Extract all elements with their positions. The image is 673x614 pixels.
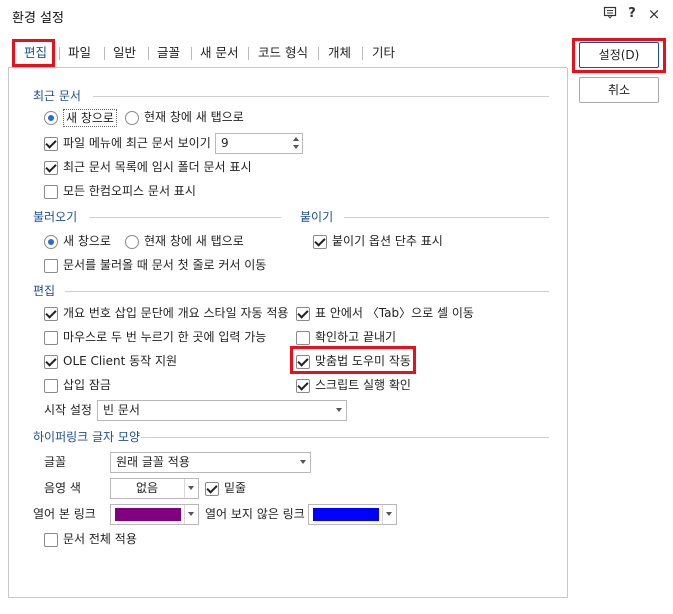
show-recent-checkbox[interactable] [44, 137, 58, 151]
tab-etc[interactable]: 기타 [372, 44, 395, 62]
tab-divider [104, 47, 105, 60]
tab-code-format[interactable]: 코드 형식 [258, 44, 308, 62]
insert-lock-label: 삽입 잠금 [63, 378, 111, 392]
recent-radio-new-window[interactable] [44, 111, 58, 125]
recent-radio-new-window-label: 새 창으로 [63, 109, 117, 127]
close-icon[interactable]: × [646, 6, 662, 22]
font-label: 글꼴 [44, 455, 67, 469]
script-run-label: 스크립트 실행 확인 [315, 378, 411, 392]
recent-radio-new-tab-label: 현재 창에 새 탭으로 [144, 110, 244, 124]
chevron-down-icon [386, 512, 392, 516]
spell-helper-checkbox[interactable] [296, 355, 310, 369]
section-divider [65, 291, 549, 292]
hyperlink-section-title: 하이퍼링크 글자 모양 [33, 430, 140, 444]
visited-color-select[interactable] [110, 504, 199, 525]
tab-font[interactable]: 글꼴 [157, 44, 180, 62]
spin-up-icon[interactable] [293, 137, 299, 141]
spell-helper-label: 맞춤법 도우미 작동 [315, 354, 411, 368]
apply-all-label: 문서 전체 적용 [63, 532, 137, 546]
tab-cell-label: 표 안에서 〈Tab〉으로 셀 이동 [315, 306, 474, 320]
all-hancom-checkbox[interactable] [44, 185, 58, 199]
chevron-down-icon [300, 460, 306, 464]
spin-down-icon[interactable] [293, 145, 299, 149]
font-select[interactable]: 원래 글꼴 적용 [110, 452, 311, 473]
paste-section-title: 붙이기 [300, 210, 334, 224]
section-divider [141, 437, 549, 438]
underline-checkbox[interactable] [205, 482, 219, 496]
section-divider [89, 217, 281, 218]
cursor-first-line-checkbox[interactable] [44, 259, 58, 273]
double-click-checkbox[interactable] [44, 331, 58, 345]
edit-section-title: 편집 [33, 284, 56, 298]
tab-divider [148, 47, 149, 60]
paste-option-label: 붙이기 옵션 단추 표시 [332, 234, 443, 248]
shade-value: 없음 [135, 481, 159, 495]
cursor-first-line-label: 문서를 불러올 때 문서 첫 줄로 커서 이동 [63, 258, 267, 272]
tab-edit[interactable]: 편집 [24, 44, 47, 62]
insert-lock-checkbox[interactable] [44, 379, 58, 393]
tab-divider [318, 47, 319, 60]
outline-style-label: 개요 번호 삽입 문단에 개요 스타일 자동 적용 [63, 306, 289, 320]
double-click-label: 마우스로 두 번 누르기 한 곳에 입력 가능 [63, 330, 267, 344]
apply-all-checkbox[interactable] [44, 533, 58, 547]
comment-icon[interactable] [602, 6, 618, 22]
open-radio-new-tab[interactable] [125, 235, 139, 249]
recent-section-title: 최근 문서 [33, 89, 81, 103]
tab-file[interactable]: 파일 [68, 44, 91, 62]
section-divider [344, 217, 549, 218]
dropdown-divider [184, 505, 185, 524]
open-section-title: 불러오기 [33, 210, 78, 224]
chevron-down-icon [188, 486, 194, 490]
outline-style-checkbox[interactable] [44, 307, 58, 321]
tab-divider [248, 47, 249, 60]
show-recent-label: 파일 메뉴에 최근 문서 보이기 [63, 136, 211, 150]
all-hancom-label: 모든 한컴오피스 문서 표시 [63, 184, 196, 198]
script-run-checkbox[interactable] [296, 379, 310, 393]
tab-object[interactable]: 개체 [328, 44, 351, 62]
visited-link-label: 열어 본 링크 [33, 507, 96, 521]
font-value: 원래 글꼴 적용 [116, 455, 190, 469]
start-setting-select[interactable]: 빈 문서 [97, 400, 347, 421]
ok-button[interactable]: 설정(D) [579, 42, 659, 68]
temp-folder-label: 최근 문서 목록에 임시 폴더 문서 표시 [63, 160, 252, 174]
open-radio-new-window[interactable] [44, 235, 58, 249]
tab-general[interactable]: 일반 [113, 44, 136, 62]
chevron-down-icon [188, 512, 194, 516]
section-divider [93, 96, 549, 97]
temp-folder-checkbox[interactable] [44, 161, 58, 175]
help-icon[interactable]: ? [624, 6, 640, 22]
dropdown-divider [382, 505, 383, 524]
unvisited-color-select[interactable] [308, 504, 397, 525]
shade-label: 음영 색 [44, 481, 81, 495]
confirm-close-checkbox[interactable] [296, 331, 310, 345]
tab-divider [362, 47, 363, 60]
chevron-down-icon [336, 408, 342, 412]
tab-divider [191, 47, 192, 60]
recent-radio-new-tab[interactable] [125, 111, 139, 125]
open-radio-new-window-label: 새 창으로 [63, 234, 111, 248]
title-bar [0, 0, 673, 30]
tab-cell-checkbox[interactable] [296, 307, 310, 321]
ole-client-label: OLE Client 동작 지원 [63, 354, 178, 368]
start-setting-label: 시작 설정 [44, 403, 92, 417]
visited-color-swatch [115, 508, 181, 521]
start-setting-value: 빈 문서 [103, 403, 140, 417]
cancel-button[interactable]: 취소 [579, 77, 659, 103]
recent-count-spinner[interactable]: 9 [215, 133, 303, 154]
ole-client-checkbox[interactable] [44, 355, 58, 369]
tab-new-document[interactable]: 새 문서 [200, 44, 238, 62]
tab-divider [59, 47, 60, 60]
unvisited-link-label: 열어 보지 않은 링크 [205, 507, 305, 521]
recent-count-value: 9 [221, 136, 229, 150]
paste-option-checkbox[interactable] [313, 235, 327, 249]
dropdown-divider [184, 479, 185, 498]
open-radio-new-tab-label: 현재 창에 새 탭으로 [144, 234, 244, 248]
unvisited-color-swatch [313, 508, 379, 521]
shade-color-select[interactable]: 없음 [110, 478, 199, 499]
underline-label: 밑줄 [224, 481, 247, 495]
confirm-close-label: 확인하고 끝내기 [315, 330, 397, 344]
window-title: 환경 설정 [12, 11, 64, 26]
